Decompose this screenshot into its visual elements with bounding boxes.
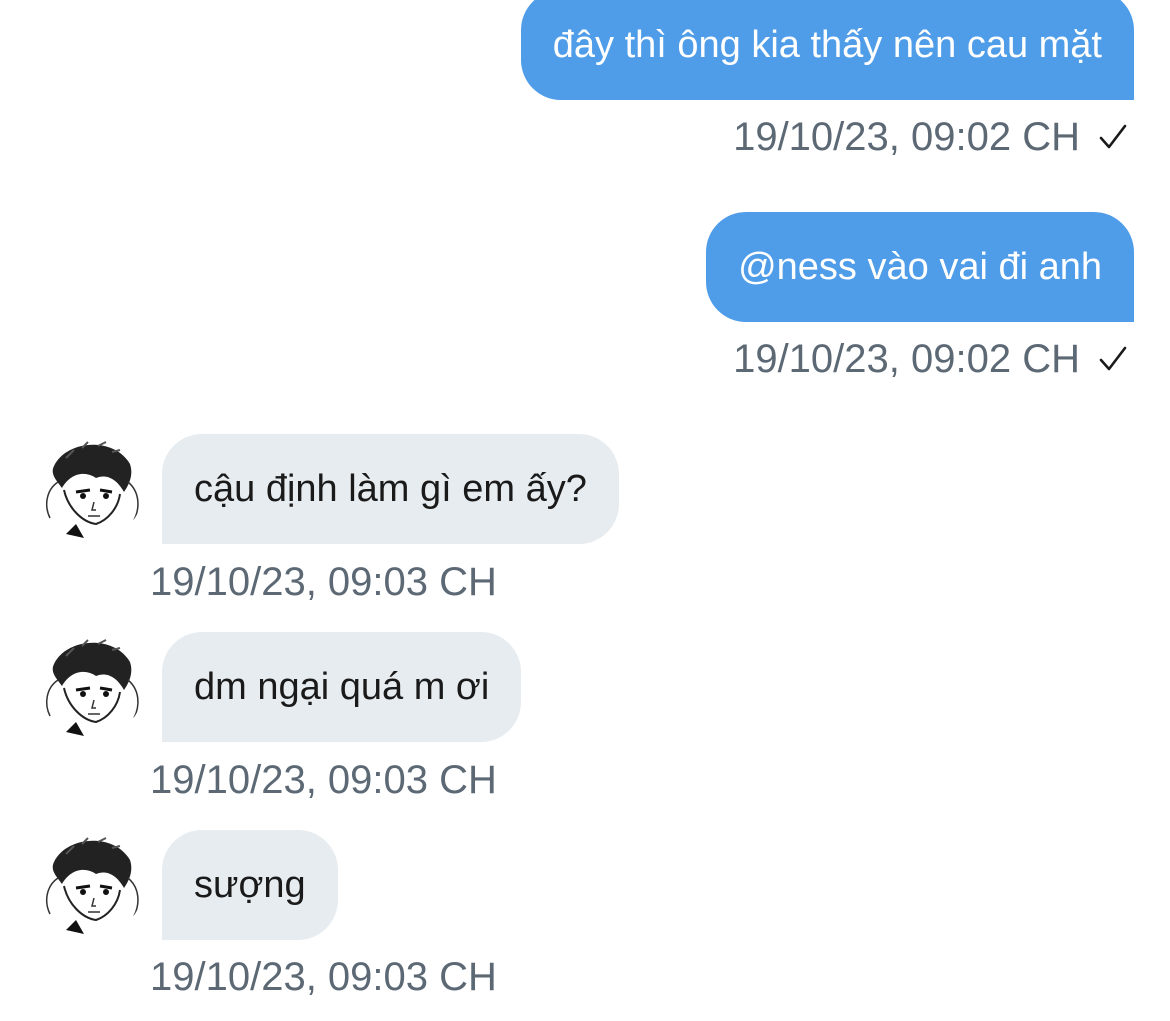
sent-message-bubble[interactable]: @ness vào vai đi anh (706, 212, 1134, 322)
message-timestamp: 19/10/23, 09:03 CH (150, 955, 497, 999)
message-text: @ness vào vai đi anh (738, 246, 1102, 288)
message-timestamp: 19/10/23, 09:02 CH (733, 115, 1080, 159)
received-message-bubble[interactable]: dm ngại quá m ơi (162, 632, 522, 742)
check-icon (1099, 124, 1127, 149)
manga-portrait-avatar[interactable] (36, 434, 144, 542)
message-timestamp: 19/10/23, 09:03 CH (150, 758, 497, 802)
manga-portrait-avatar[interactable] (36, 632, 144, 740)
sent-message-bubble[interactable]: đây thì ông kia thấy nên cau mặt (520, 0, 1134, 100)
message-timestamp: 19/10/23, 09:03 CH (150, 560, 497, 604)
message-meta: 19/10/23, 09:02 CH (733, 339, 1128, 379)
received-message-bubble[interactable]: cậu định làm gì em ấy? (162, 434, 619, 544)
message-text: cậu định làm gì em ấy? (194, 468, 587, 510)
message-text: sượng (194, 864, 306, 906)
message-text: đây thì ông kia thấy nên cau mặt (552, 24, 1102, 66)
message-meta: 19/10/23, 09:02 CH (733, 117, 1128, 157)
received-message-bubble[interactable]: sượng (162, 830, 338, 940)
message-timestamp: 19/10/23, 09:02 CH (733, 337, 1080, 381)
message-text: dm ngại quá m ơi (194, 666, 490, 708)
manga-portrait-avatar[interactable] (36, 830, 144, 938)
check-icon (1099, 346, 1127, 371)
